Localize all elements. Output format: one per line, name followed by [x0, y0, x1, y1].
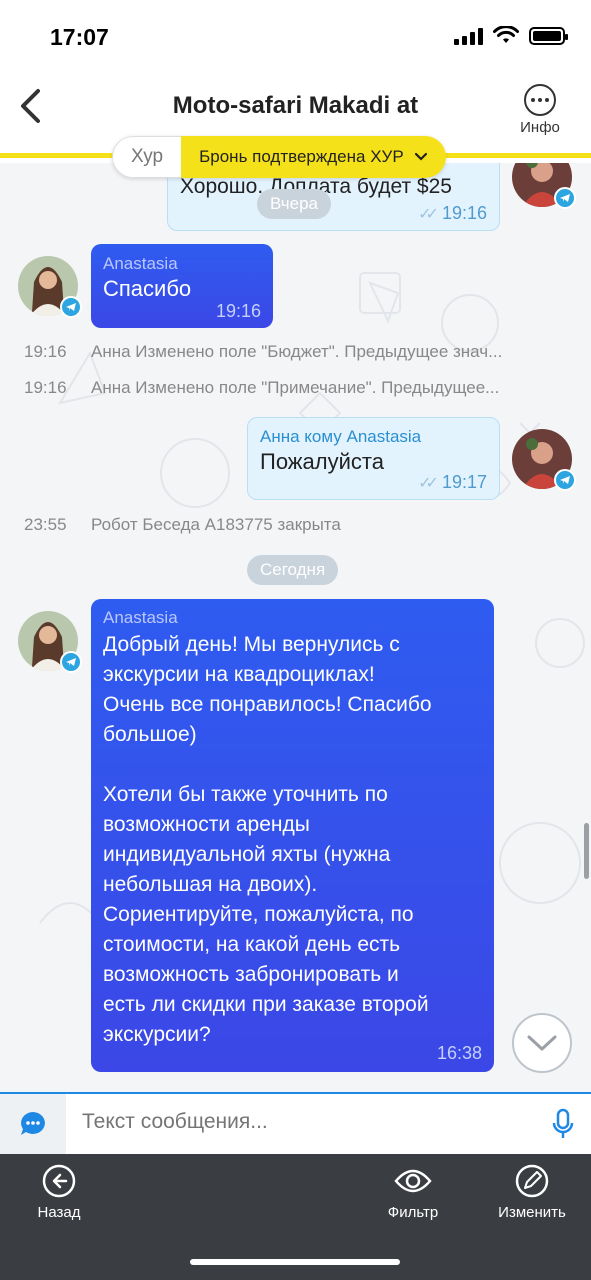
tab-filter-label: Фильтр — [387, 1204, 439, 1221]
message-time: ✓✓ 19:16 — [418, 203, 487, 223]
info-button[interactable]: Инфо — [515, 84, 565, 136]
message-text: Спасибо — [103, 276, 192, 301]
scroll-down-button[interactable] — [512, 1013, 572, 1073]
tab-back-label: Назад — [37, 1204, 81, 1221]
status-icons — [454, 26, 568, 45]
telegram-icon — [60, 651, 82, 673]
back-arrow-icon — [42, 1164, 76, 1198]
system-event: 19:16 Анна Изменено поле "Бюджет". Предыд… — [24, 342, 502, 362]
read-ticks-icon: ✓✓ — [418, 475, 439, 492]
message-sender: Anastasia — [103, 608, 178, 627]
chevron-down-icon — [414, 152, 427, 161]
chat-area[interactable]: Хорошо. Доплата будет $25 ✓✓ 19:16 Вчера… — [0, 163, 591, 1092]
booking-status-label: Бронь подтверждена ХУР — [199, 147, 404, 166]
message-incoming[interactable]: Anastasia Добрый день! Мы вернулись с эк… — [91, 599, 494, 1072]
channel-select-button[interactable] — [0, 1094, 66, 1154]
system-event-text: Анна Изменено поле "Бюджет". Предыдущее … — [91, 342, 503, 361]
message-input[interactable] — [82, 1110, 522, 1134]
info-label: Инфо — [520, 119, 560, 136]
message-sender: Anastasia — [103, 254, 178, 273]
booking-status-dropdown[interactable]: Бронь подтверждена ХУР — [181, 136, 446, 178]
pencil-icon — [515, 1164, 549, 1198]
message-time: ✓✓ 19:17 — [418, 472, 487, 492]
tab-filter[interactable]: Фильтр — [374, 1164, 452, 1221]
system-event-time: 23:55 — [24, 515, 67, 534]
system-event-time: 19:16 — [24, 342, 67, 361]
more-icon — [524, 84, 556, 116]
date-chip-yesterday: Вчера — [257, 189, 331, 219]
mic-icon — [552, 1108, 574, 1138]
message-sender: Анна кому Anastasia — [260, 427, 422, 446]
tab-edit[interactable]: Изменить — [490, 1164, 574, 1221]
tab-back[interactable]: Назад — [22, 1164, 96, 1221]
message-composer — [0, 1092, 591, 1154]
avatar-anastasia[interactable] — [18, 256, 82, 318]
message-time: 19:16 — [215, 301, 261, 321]
mic-button[interactable] — [551, 1108, 575, 1145]
booking-status-pill[interactable]: Хур Бронь подтверждена ХУР — [112, 136, 446, 178]
message-incoming[interactable]: Anastasia Спасибо 19:16 — [91, 244, 273, 328]
telegram-icon — [60, 296, 82, 318]
system-event: 23:55 Робот Беседа A183775 закрыта — [24, 515, 341, 535]
date-chip-today: Сегодня — [247, 555, 339, 585]
tab-edit-label: Изменить — [498, 1204, 566, 1221]
battery-icon — [529, 26, 568, 45]
telegram-icon — [554, 469, 576, 491]
avatar-manager[interactable] — [512, 429, 576, 491]
telegram-icon — [554, 187, 576, 209]
system-event-text: Робот Беседа A183775 закрыта — [91, 515, 341, 534]
home-indicator — [190, 1259, 400, 1265]
system-event-time: 19:16 — [24, 378, 67, 397]
status-time: 17:07 — [50, 24, 109, 50]
eye-icon — [394, 1169, 432, 1193]
message-time: 16:38 — [436, 1043, 482, 1063]
message-outgoing[interactable]: Анна кому Anastasia Пожалуйста ✓✓ 19:17 — [247, 417, 500, 500]
status-bar: 17:07 — [0, 0, 591, 72]
chat-icon — [21, 1112, 45, 1135]
scroll-down-icon — [527, 1035, 557, 1051]
scrollbar[interactable] — [584, 823, 589, 879]
avatar-anastasia[interactable] — [18, 611, 82, 673]
wifi-icon — [493, 26, 519, 43]
message-text: Добрый день! Мы вернулись с экскурсии на… — [103, 633, 432, 1046]
system-event-text: Анна Изменено поле "Примечание". Предыду… — [91, 378, 500, 397]
page-title: Moto-safari Makadi at — [172, 92, 419, 119]
city-label: Хур — [112, 136, 182, 178]
system-event: 19:16 Анна Изменено поле "Примечание". Пр… — [24, 378, 499, 398]
read-ticks-icon: ✓✓ — [418, 206, 439, 223]
signal-icon — [454, 27, 483, 45]
